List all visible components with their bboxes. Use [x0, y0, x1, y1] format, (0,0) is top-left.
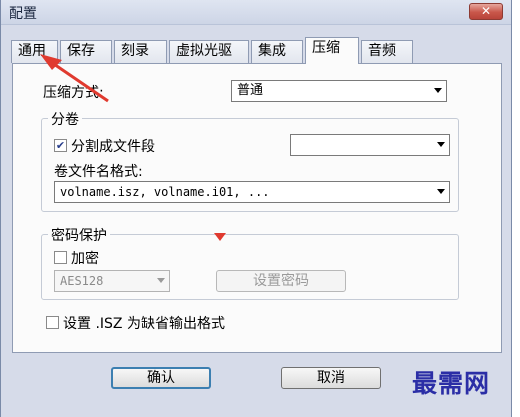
title-bar[interactable]: 配置 ✕ [1, 0, 511, 25]
encryption-algorithm-select[interactable]: AES128 [54, 270, 170, 292]
config-dialog: 配置 ✕ 通用 保存 刻录 虚拟光驱 集成 压缩 音频 压缩方式: 普通 分卷 … [0, 0, 512, 417]
chevron-down-icon [437, 189, 445, 194]
split-group: 分卷 ✔ 分割成文件段 卷文件名格式: volname.isz, volname… [41, 109, 459, 212]
volume-name-format-value: volname.isz, volname.i01, ... [60, 185, 270, 199]
split-group-title: 分卷 [48, 109, 82, 129]
split-checkbox-label: 分割成文件段 [71, 139, 155, 155]
watermark-logo: 最需网 [412, 369, 491, 398]
compression-method-select[interactable]: 普通 [231, 80, 447, 102]
encrypt-checkbox[interactable] [54, 251, 67, 264]
close-icon: ✕ [480, 4, 492, 18]
tab-burn[interactable]: 刻录 [114, 40, 167, 63]
chevron-down-icon [437, 142, 445, 147]
compression-method-label: 压缩方式: [43, 85, 104, 101]
volume-name-format-select[interactable]: volname.isz, volname.i01, ... [54, 181, 450, 203]
default-format-label: 设置 .ISZ 为缺省输出格式 [63, 316, 225, 332]
tab-save[interactable]: 保存 [60, 40, 112, 63]
tab-audio[interactable]: 音频 [361, 40, 413, 63]
tab-integration[interactable]: 集成 [251, 40, 303, 63]
window-title: 配置 [9, 6, 37, 22]
chevron-down-icon [434, 88, 442, 93]
ok-button[interactable]: 确认 [111, 367, 211, 389]
split-size-select[interactable] [290, 134, 450, 156]
close-button[interactable]: ✕ [469, 3, 503, 20]
set-password-button[interactable]: 设置密码 [216, 270, 346, 292]
tab-general[interactable]: 通用 [11, 40, 58, 63]
encrypt-checkbox-label: 加密 [71, 251, 99, 267]
chevron-down-icon [157, 278, 165, 283]
password-group: 密码保护 加密 AES128 设置密码 [41, 225, 459, 300]
encryption-algorithm-value: AES128 [60, 274, 104, 288]
compression-method-value: 普通 [237, 83, 264, 98]
compression-panel: 压缩方式: 普通 分卷 ✔ 分割成文件段 卷文件名格式: volname.isz… [12, 63, 502, 353]
split-checkbox[interactable]: ✔ [54, 139, 67, 152]
cancel-button[interactable]: 取消 [281, 367, 381, 389]
tab-compression[interactable]: 压缩 [305, 37, 359, 64]
volume-name-format-label: 卷文件名格式: [54, 164, 143, 180]
password-group-title: 密码保护 [48, 225, 110, 245]
tab-virtual-drive[interactable]: 虚拟光驱 [169, 40, 249, 63]
default-format-checkbox[interactable] [46, 316, 59, 329]
